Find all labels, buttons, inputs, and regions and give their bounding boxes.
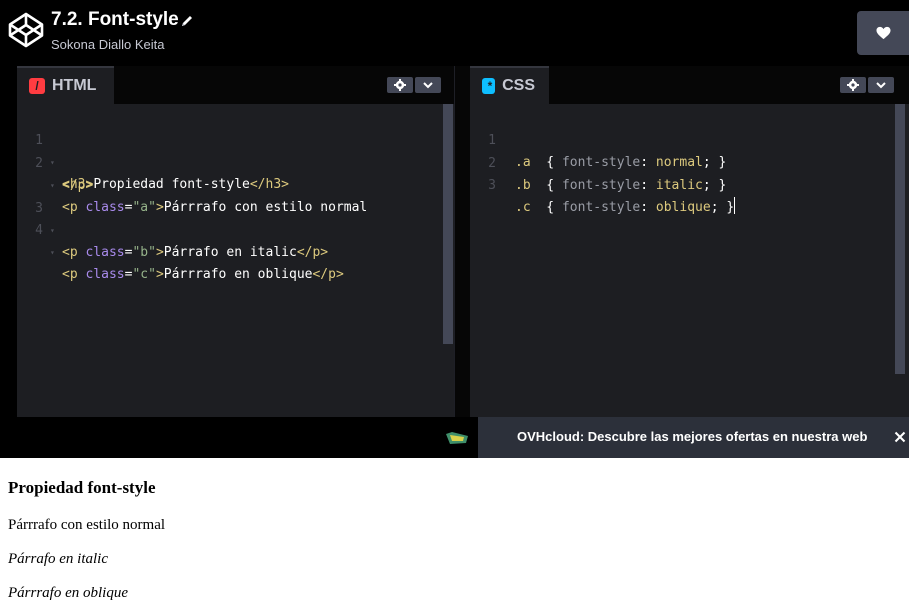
css-badge-icon: * (482, 78, 496, 94)
html-settings-button[interactable] (387, 77, 413, 93)
css-collapse-button[interactable] (868, 77, 894, 93)
ovhcloud-logo-icon[interactable] (446, 432, 468, 444)
heart-button[interactable] (857, 11, 909, 55)
preview-paragraph-a: Párrrafo con estilo normal (8, 517, 166, 533)
html-badge-icon: / (29, 78, 45, 94)
preview-paragraph-c: Párrrafo en oblique (8, 585, 128, 601)
close-icon[interactable] (894, 431, 906, 443)
text-cursor (734, 197, 736, 214)
html-code-area[interactable]: 1 ▾ <h3>Propiedad font-style</h3> 2 ▾ <p… (17, 104, 454, 417)
css-code-area[interactable]: 1 .a { font-style: normal; } 2 .b { font… (470, 104, 909, 417)
preview-paragraph-b: Párrafo en italic (8, 551, 108, 567)
ad-bar: OVHcloud: Descubre las mejores ofertas e… (0, 417, 909, 458)
code-line: 1 .a { font-style: normal; } (488, 133, 727, 170)
gear-icon (394, 79, 406, 91)
heart-icon (876, 26, 891, 40)
pen-title[interactable]: 7.2. Font-style (51, 9, 179, 31)
code-line: </p> (62, 178, 94, 193)
html-scrollbar[interactable] (443, 104, 453, 344)
editors-panel: / HTML 1 ▾ <h3>Propiedad font-style</h3>… (0, 66, 909, 417)
ad-text[interactable]: OVHcloud: Descubre las mejores ofertas e… (517, 429, 867, 444)
html-editor-bar: / HTML (17, 66, 454, 104)
ad-banner[interactable]: OVHcloud: Descubre las mejores ofertas e… (478, 417, 909, 458)
tab-css[interactable]: * CSS (470, 66, 549, 104)
pen-author[interactable]: Sokona Diallo Keita (51, 37, 164, 52)
result-preview: Propiedad font-style Párrrafo con estilo… (0, 458, 909, 614)
html-collapse-button[interactable] (415, 77, 441, 93)
css-scrollbar[interactable] (895, 104, 905, 374)
tab-css-label: CSS (502, 77, 535, 94)
code-line: 4 ▾ <p class="c">Párrrafo en oblique</p> (35, 223, 344, 282)
css-settings-button[interactable] (840, 77, 866, 93)
codepen-logo-icon[interactable] (8, 12, 44, 48)
css-editor-bar: * CSS (470, 66, 909, 104)
tab-html-label: HTML (52, 77, 97, 94)
code-line: 1 ▾ <h3>Propiedad font-style</h3> (35, 133, 289, 192)
left-gutter (0, 66, 17, 417)
editor-resize-handle[interactable] (454, 66, 470, 417)
chevron-down-icon (876, 82, 886, 89)
code-line: 2 ▾ <p class="a">Párrrafo con estilo nor… (35, 156, 368, 215)
gear-icon (847, 79, 859, 91)
html-editor: / HTML 1 ▾ <h3>Propiedad font-style</h3>… (17, 66, 454, 417)
code-line: 2 .b { font-style: italic; } (488, 156, 727, 193)
code-line: 3 .c { font-style: oblique; } (488, 178, 736, 215)
tab-html[interactable]: / HTML (17, 66, 114, 104)
code-line: 3 ▾ <p class="b">Párrafo en italic</p> (35, 201, 329, 260)
top-header: 7.2. Font-style Sokona Diallo Keita (0, 0, 909, 66)
chevron-down-icon (423, 82, 433, 89)
pencil-icon[interactable] (180, 14, 194, 28)
preview-heading: Propiedad font-style (8, 478, 156, 497)
css-editor: * CSS 1 .a { font-style: normal;} 2 .b … (470, 66, 909, 417)
